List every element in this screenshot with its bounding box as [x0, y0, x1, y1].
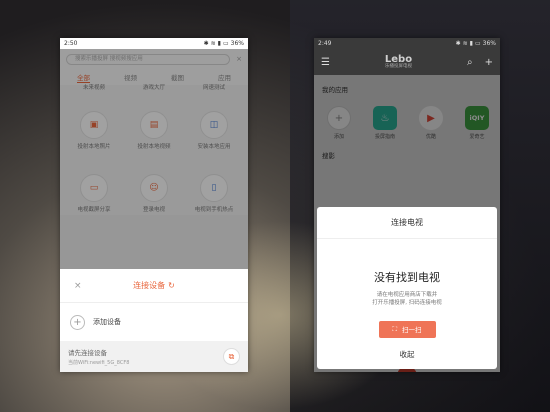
main-content: 我的应用 + 添加 ♨ 投屏指南 ▶ 优酷 iQIY 爱奇艺 搜影 连接电视 没…: [314, 75, 500, 372]
lebo-logo: Lebo 乐播投屏电视: [384, 54, 412, 70]
refresh-icon[interactable]: ↻: [168, 281, 175, 290]
sheet-title-text: 连接设备: [133, 281, 166, 290]
sheet-header: × 连接设备 ↻: [60, 269, 248, 303]
wifi-icon: ≋: [462, 40, 468, 47]
dialog-desc-line: 请在电视应用商店下载并: [376, 292, 438, 298]
dialog-description: 请在电视应用商店下载并 打开乐播投屏, 扫码连接电视: [317, 291, 497, 308]
mirror-icon[interactable]: ⧉: [223, 348, 240, 365]
battery-percent: 36%: [230, 40, 244, 47]
status-time: 2:50: [64, 40, 78, 47]
dialog-title: 连接电视: [317, 207, 497, 239]
right-phone-screen: 2:49 ✱ ≋ ▮ ▭ 36% ☰ Lebo 乐播投屏电视 ⌕ + 我的应用 …: [314, 38, 500, 372]
sheet-footer: 请先连接设备 当前WiFi:newifi_5G_8CF8 ⧉: [60, 341, 248, 372]
scan-icon: ⛶: [392, 324, 398, 333]
search-icon[interactable]: ⌕: [467, 57, 473, 68]
menu-icon[interactable]: ☰: [321, 57, 330, 68]
bluetooth-icon: ✱: [203, 40, 209, 47]
plus-icon: +: [70, 314, 85, 330]
signal-icon: ▮: [469, 40, 473, 47]
add-device-label: 添加设备: [93, 318, 121, 326]
left-phone-screen: 2:50 ✱ ≋ ▮ ▭ 36% 搜索乐播投屏 搜视频搜应用 × 全部 视频 截…: [60, 38, 248, 372]
wifi-name: 当前WiFi:newifi_5G_8CF8: [68, 360, 130, 366]
dialog-desc-line: 打开乐播投屏, 扫码连接电视: [372, 300, 442, 307]
dim-overlay[interactable]: [60, 49, 248, 269]
dialog-heading: 没有找到电视: [374, 271, 440, 284]
connect-prompt: 请先连接设备: [68, 349, 107, 357]
scan-button[interactable]: ⛶ 扫一扫: [378, 320, 436, 338]
scan-button-label: 扫一扫: [402, 326, 422, 334]
connect-device-sheet: × 连接设备 ↻ + 添加设备 请先连接设备 当前WiFi:newifi_5G_…: [60, 269, 248, 372]
battery-percent: 36%: [482, 40, 496, 47]
collapse-button[interactable]: 收起: [317, 341, 497, 368]
bluetooth-icon: ✱: [455, 40, 461, 47]
battery-icon: ▭: [222, 40, 229, 47]
status-bar: 2:50 ✱ ≋ ▮ ▭ 36%: [60, 38, 248, 49]
add-icon[interactable]: +: [485, 57, 493, 68]
wifi-icon: ≋: [210, 40, 216, 47]
status-bar: 2:49 ✱ ≋ ▮ ▭ 36%: [314, 38, 500, 49]
app-header: ☰ Lebo 乐播投屏电视 ⌕ +: [314, 49, 500, 75]
sheet-title: 连接设备 ↻: [133, 280, 175, 291]
add-device-button[interactable]: + 添加设备: [60, 303, 248, 341]
signal-icon: ▮: [217, 40, 221, 47]
close-icon[interactable]: ×: [74, 281, 82, 291]
logo-subtitle: 乐播投屏电视: [384, 63, 412, 69]
status-time: 2:49: [318, 40, 332, 47]
battery-icon: ▭: [474, 40, 481, 47]
